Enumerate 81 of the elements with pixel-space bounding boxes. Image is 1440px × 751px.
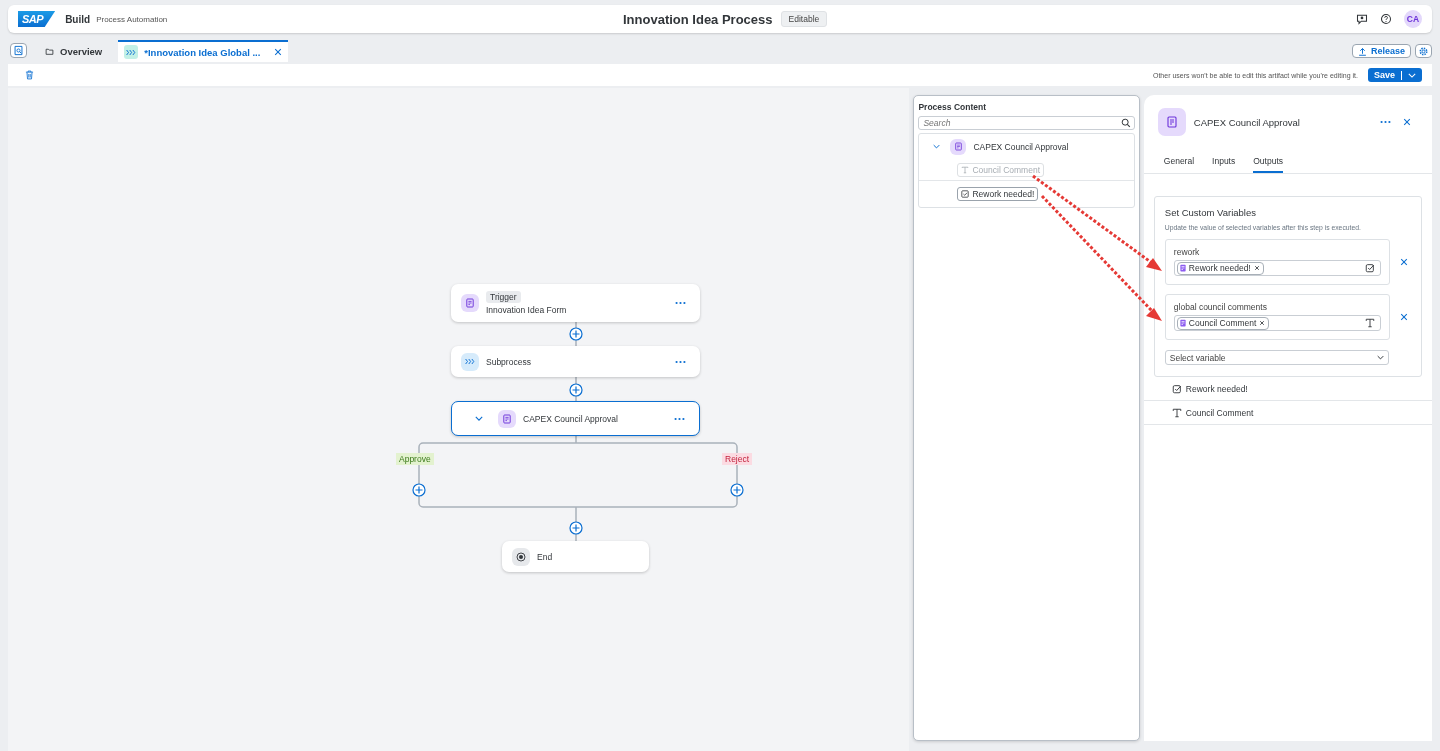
value-field[interactable]: Council Comment (1173, 315, 1381, 331)
add-step-icon[interactable] (412, 483, 426, 497)
subprocess-icon (461, 352, 479, 371)
upload-icon (1357, 46, 1367, 56)
product-name: Build (65, 13, 91, 25)
value-token[interactable]: Rework needed! (1176, 261, 1264, 275)
remove-icon[interactable] (1399, 313, 1408, 321)
details-tab[interactable]: Inputs (1212, 156, 1236, 173)
folder-icon (45, 46, 54, 56)
variable-name: rework (1173, 247, 1201, 257)
branch-label: Approve (396, 453, 434, 465)
stop-icon (512, 547, 530, 566)
value-token[interactable]: Council Comment (1176, 316, 1270, 330)
chevron-down-icon[interactable] (475, 416, 483, 421)
section-title: Set Custom Variables (1164, 207, 1257, 218)
details-tab[interactable]: Outputs (1253, 156, 1283, 173)
add-step-icon[interactable] (730, 483, 744, 497)
branch-label: Reject (722, 453, 753, 465)
release-button[interactable]: Release (1351, 44, 1411, 58)
process-step-card[interactable]: CAPEX Council Approval (451, 401, 700, 436)
close-icon[interactable] (274, 48, 283, 56)
step-label: Innovation Idea Form (486, 305, 567, 315)
step-title: CAPEX Council Approval (1193, 116, 1301, 128)
remove-icon[interactable] (1259, 320, 1266, 326)
remove-icon[interactable] (1399, 258, 1408, 266)
step-label: End (537, 551, 553, 562)
close-icon[interactable] (1403, 118, 1411, 126)
more-icon[interactable] (674, 416, 685, 421)
save-button[interactable]: Save (1367, 68, 1422, 82)
remove-icon[interactable] (1253, 265, 1260, 271)
form-icon (1157, 108, 1186, 136)
status-badge: Editable (780, 11, 828, 27)
product-subtitle: Process Automation (96, 14, 168, 24)
search-icon[interactable] (1120, 118, 1131, 128)
more-icon[interactable] (675, 301, 686, 305)
variable-chip[interactable]: Rework needed! (957, 187, 1039, 201)
text-type-icon (1364, 318, 1375, 328)
chevron-down-icon[interactable] (1376, 355, 1384, 360)
step-type-tag: Trigger (486, 291, 521, 303)
output-variable: Council Comment (1185, 407, 1254, 418)
checkbox-icon (1171, 383, 1182, 394)
add-step-icon[interactable] (569, 521, 583, 535)
value-field[interactable]: Rework needed! (1173, 260, 1381, 276)
more-icon[interactable] (1380, 120, 1391, 124)
form-icon (1179, 319, 1186, 327)
user-avatar[interactable]: CA (1404, 10, 1422, 28)
panel-title: Process Content (918, 102, 987, 112)
text-type-icon (961, 166, 970, 174)
editor-tab[interactable]: Overview (37, 40, 119, 62)
variable-name: global council comments (1173, 302, 1268, 312)
add-step-icon[interactable] (569, 327, 583, 341)
delete-icon[interactable] (25, 70, 34, 80)
variable-select[interactable]: Select variable (1164, 350, 1389, 365)
output-variable: Rework needed! (1185, 383, 1248, 394)
help-icon[interactable] (1380, 13, 1392, 25)
form-icon (498, 409, 516, 428)
step-label: Subprocess (486, 356, 531, 367)
form-icon (950, 138, 967, 155)
add-step-icon[interactable] (569, 383, 583, 397)
form-icon (1179, 264, 1186, 272)
end-step-card[interactable]: End (502, 541, 649, 572)
editor-tab[interactable]: *Innovation Idea Global ... (118, 40, 289, 62)
feedback-icon[interactable] (1356, 13, 1368, 25)
details-tab[interactable]: General (1163, 156, 1195, 173)
settings-button[interactable] (1415, 44, 1432, 58)
search-field[interactable]: Search (918, 116, 1135, 130)
process-title: Innovation Idea Process (623, 11, 773, 27)
more-icon[interactable] (675, 359, 686, 364)
process-step-card[interactable]: Trigger Innovation Idea Form (451, 284, 700, 322)
chevron-icon[interactable] (933, 144, 941, 149)
navigator-button[interactable] (10, 43, 27, 58)
process-step-card[interactable]: Subprocess (451, 346, 700, 377)
step-label: CAPEX Council Approval (523, 413, 618, 424)
checkbox-icon (1364, 263, 1375, 273)
subprocess-icon (124, 45, 139, 59)
caret-icon[interactable] (1408, 72, 1416, 78)
form-icon (461, 294, 479, 312)
logo[interactable]: SAP (18, 11, 56, 27)
text-type-icon (1171, 407, 1182, 418)
tree-item-label[interactable]: CAPEX Council Approval (973, 141, 1069, 152)
checkbox-icon (961, 190, 970, 198)
